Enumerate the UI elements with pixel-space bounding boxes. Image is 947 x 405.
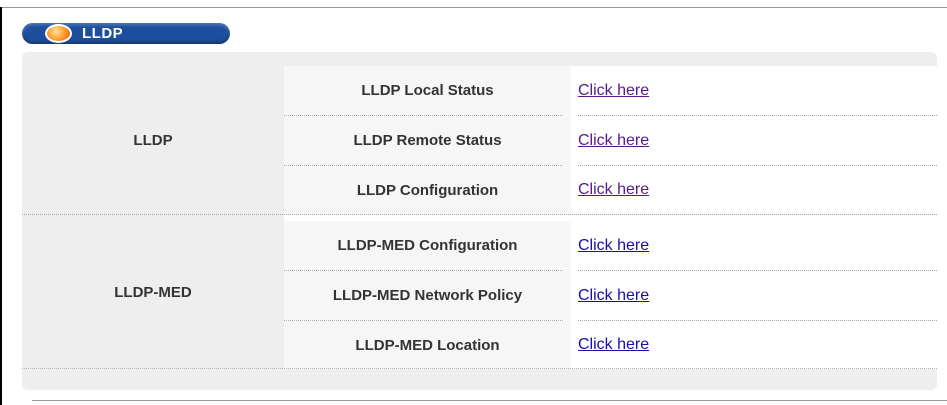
group-label-lldp-med: LLDP-MED xyxy=(114,283,192,301)
row-label: LLDP Remote Status xyxy=(284,116,571,165)
row-label: LLDP-MED Location xyxy=(284,321,571,369)
lldp-local-status-link[interactable]: Click here xyxy=(578,66,649,115)
group-rows: LLDP Local Status Click here LLDP Remote… xyxy=(284,66,937,214)
lldp-remote-status-link[interactable]: Click here xyxy=(578,116,649,165)
section-title: LLDP xyxy=(82,25,124,42)
panel-top-band xyxy=(22,52,937,66)
figure-frame-left xyxy=(0,7,2,405)
row-label: LLDP-MED Network Policy xyxy=(284,271,571,320)
figure-frame-top xyxy=(0,7,947,8)
lldp-configuration-link[interactable]: Click here xyxy=(578,166,649,214)
row-lldp-med-network-policy: LLDP-MED Network Policy Click here xyxy=(284,271,937,320)
row-label: LLDP Local Status xyxy=(284,66,571,115)
panel-bottom-band xyxy=(22,368,937,383)
lldp-med-location-link[interactable]: Click here xyxy=(578,321,649,369)
figure-frame-bottom xyxy=(32,400,947,401)
group-lldp-med: LLDP-MED LLDP-MED Configuration Click he… xyxy=(22,214,937,369)
row-label: LLDP-MED Configuration xyxy=(284,221,571,270)
section-title-pill: LLDP xyxy=(22,23,230,44)
group-label-lldp: LLDP xyxy=(133,131,173,149)
lldp-med-configuration-link[interactable]: Click here xyxy=(578,221,649,270)
lldp-med-network-policy-link[interactable]: Click here xyxy=(578,271,649,320)
row-lldp-remote-status: LLDP Remote Status Click here xyxy=(284,116,937,165)
group-rows: LLDP-MED Configuration Click here LLDP-M… xyxy=(284,215,937,369)
row-lldp-med-configuration: LLDP-MED Configuration Click here xyxy=(284,221,937,270)
lldp-panel: LLDP LLDP Local Status Click here LLDP R… xyxy=(22,52,937,390)
row-lldp-configuration: LLDP Configuration Click here xyxy=(284,166,937,214)
row-lldp-local-status: LLDP Local Status Click here xyxy=(284,66,937,115)
row-label: LLDP Configuration xyxy=(284,166,571,214)
orb-icon xyxy=(45,24,72,43)
row-lldp-med-location: LLDP-MED Location Click here xyxy=(284,321,937,369)
group-lldp: LLDP LLDP Local Status Click here LLDP R… xyxy=(22,66,937,214)
